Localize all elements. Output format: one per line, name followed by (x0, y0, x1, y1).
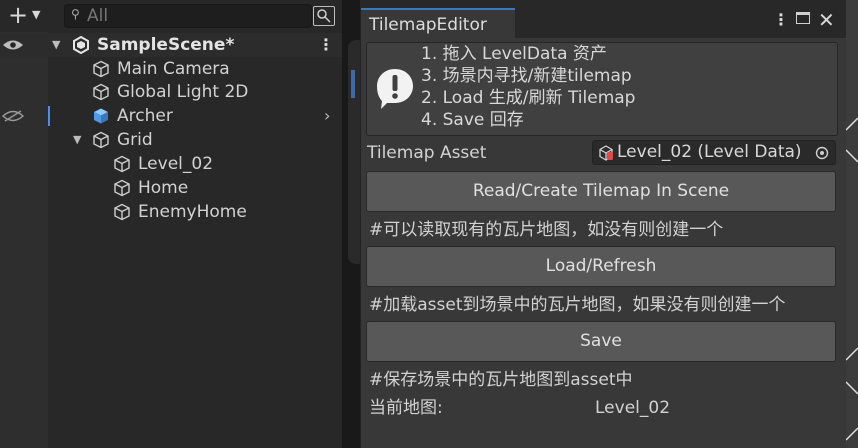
info-icon (377, 69, 413, 109)
item-label: Grid (117, 130, 153, 150)
hierarchy-item-global-light[interactable]: Global Light 2D (0, 80, 342, 104)
item-label: Home (138, 178, 189, 198)
scene-row[interactable]: ▼ SampleScene* ⋮ (0, 33, 342, 57)
scene-grid-lines (846, 117, 858, 441)
object-picker-icon[interactable] (815, 146, 829, 160)
hierarchy-item-level-02[interactable]: Level_02 (0, 152, 342, 176)
gameobject-cube-icon (114, 203, 130, 221)
search-input[interactable] (87, 5, 297, 27)
item-label: EnemyHome (138, 202, 247, 222)
tilemap-asset-value: Level_02 (Level Data) (617, 142, 802, 162)
load-refresh-button[interactable]: Load/Refresh (366, 246, 836, 287)
current-map-value: Level_02 (595, 398, 671, 418)
kebab-menu-icon[interactable]: ⋮ (318, 33, 334, 57)
gameobject-cube-icon (114, 155, 130, 173)
tab-tilemap-editor[interactable]: TilemapEditor (361, 8, 515, 38)
panel-splitter[interactable] (342, 0, 360, 448)
read-create-tilemap-button[interactable]: Read/Create Tilemap In Scene (366, 171, 836, 212)
search-icon: ⚲ (71, 7, 80, 21)
gameobject-cube-icon (114, 179, 130, 197)
tilemap-asset-label: Tilemap Asset (367, 143, 487, 163)
caret-down-icon: ▼ (32, 8, 41, 21)
help-line: 2. Load 生成/刷新 Tilemap (421, 88, 636, 108)
hierarchy-item-enemyhome[interactable]: EnemyHome (0, 200, 342, 224)
tilemap-editor-window: TilemapEditor ⋮ ✕ 1. 拖入 LevelData 资产 3. … (360, 8, 847, 448)
hierarchy-search[interactable]: ⚲ (64, 4, 312, 28)
plus-icon: + (8, 1, 29, 29)
gameobject-cube-icon (93, 83, 109, 101)
close-icon[interactable]: ✕ (818, 8, 835, 32)
scene-view-edge[interactable] (846, 0, 858, 448)
prefab-cube-icon (94, 108, 108, 124)
gameobject-cube-icon (93, 60, 109, 78)
item-label: Global Light 2D (117, 82, 249, 102)
current-map-label: 当前地图: (369, 398, 443, 418)
tab-title: TilemapEditor (369, 15, 487, 35)
help-line: 1. 拖入 LevelData 资产 (421, 44, 607, 64)
save-button[interactable]: Save (366, 321, 836, 362)
help-text: 1. 拖入 LevelData 资产 3. 场景内寻找/新建tilemap 2.… (421, 43, 635, 131)
selection-indicator (48, 106, 50, 126)
scriptable-object-icon (599, 145, 613, 161)
eye-icon[interactable] (2, 39, 24, 51)
create-menu-button[interactable]: + ▼ (8, 1, 48, 29)
tilemap-asset-field[interactable]: Level_02 (Level Data) (592, 140, 836, 165)
hierarchy-item-main-camera[interactable]: Main Camera (0, 57, 342, 81)
read-hint: #可以读取现有的瓦片地图，如没有则创建一个 (369, 220, 724, 240)
chevron-right-icon[interactable]: › (324, 104, 330, 128)
search-in-scene-button[interactable] (313, 6, 335, 26)
hierarchy-item-home[interactable]: Home (0, 176, 342, 200)
item-label: Level_02 (138, 154, 214, 174)
maximize-icon[interactable] (796, 12, 810, 24)
hierarchy-item-archer[interactable]: Archer › (0, 104, 342, 128)
eye-hidden-icon[interactable] (2, 110, 24, 122)
load-hint: #加载asset到场景中的瓦片地图，如果没有则创建一个 (369, 295, 786, 315)
item-label: Archer (117, 106, 173, 126)
save-hint: #保存场景中的瓦片地图到asset中 (369, 370, 633, 390)
hierarchy-panel: + ▼ ⚲ ▼ SampleScene* ⋮ (0, 0, 342, 448)
gameobject-cube-icon (93, 131, 109, 149)
item-label: Main Camera (117, 59, 230, 79)
unity-scene-icon (73, 36, 89, 54)
help-box: 1. 拖入 LevelData 资产 3. 场景内寻找/新建tilemap 2.… (366, 42, 838, 136)
window-tab-bar: TilemapEditor ⋮ ✕ (361, 8, 847, 38)
search-scene-icon (317, 9, 331, 23)
help-line: 4. Save 回存 (421, 110, 524, 130)
hierarchy-item-grid[interactable]: ▼ Grid (0, 128, 342, 152)
kebab-menu-icon[interactable]: ⋮ (773, 10, 789, 29)
background-panel-accent (351, 70, 355, 98)
help-line: 3. 场景内寻找/新建tilemap (421, 66, 632, 86)
scene-name: SampleScene* (97, 35, 235, 55)
expand-arrow-icon[interactable]: ▼ (52, 33, 60, 57)
expand-arrow-icon[interactable]: ▼ (73, 128, 81, 152)
hierarchy-toolbar: + ▼ ⚲ (0, 0, 342, 32)
